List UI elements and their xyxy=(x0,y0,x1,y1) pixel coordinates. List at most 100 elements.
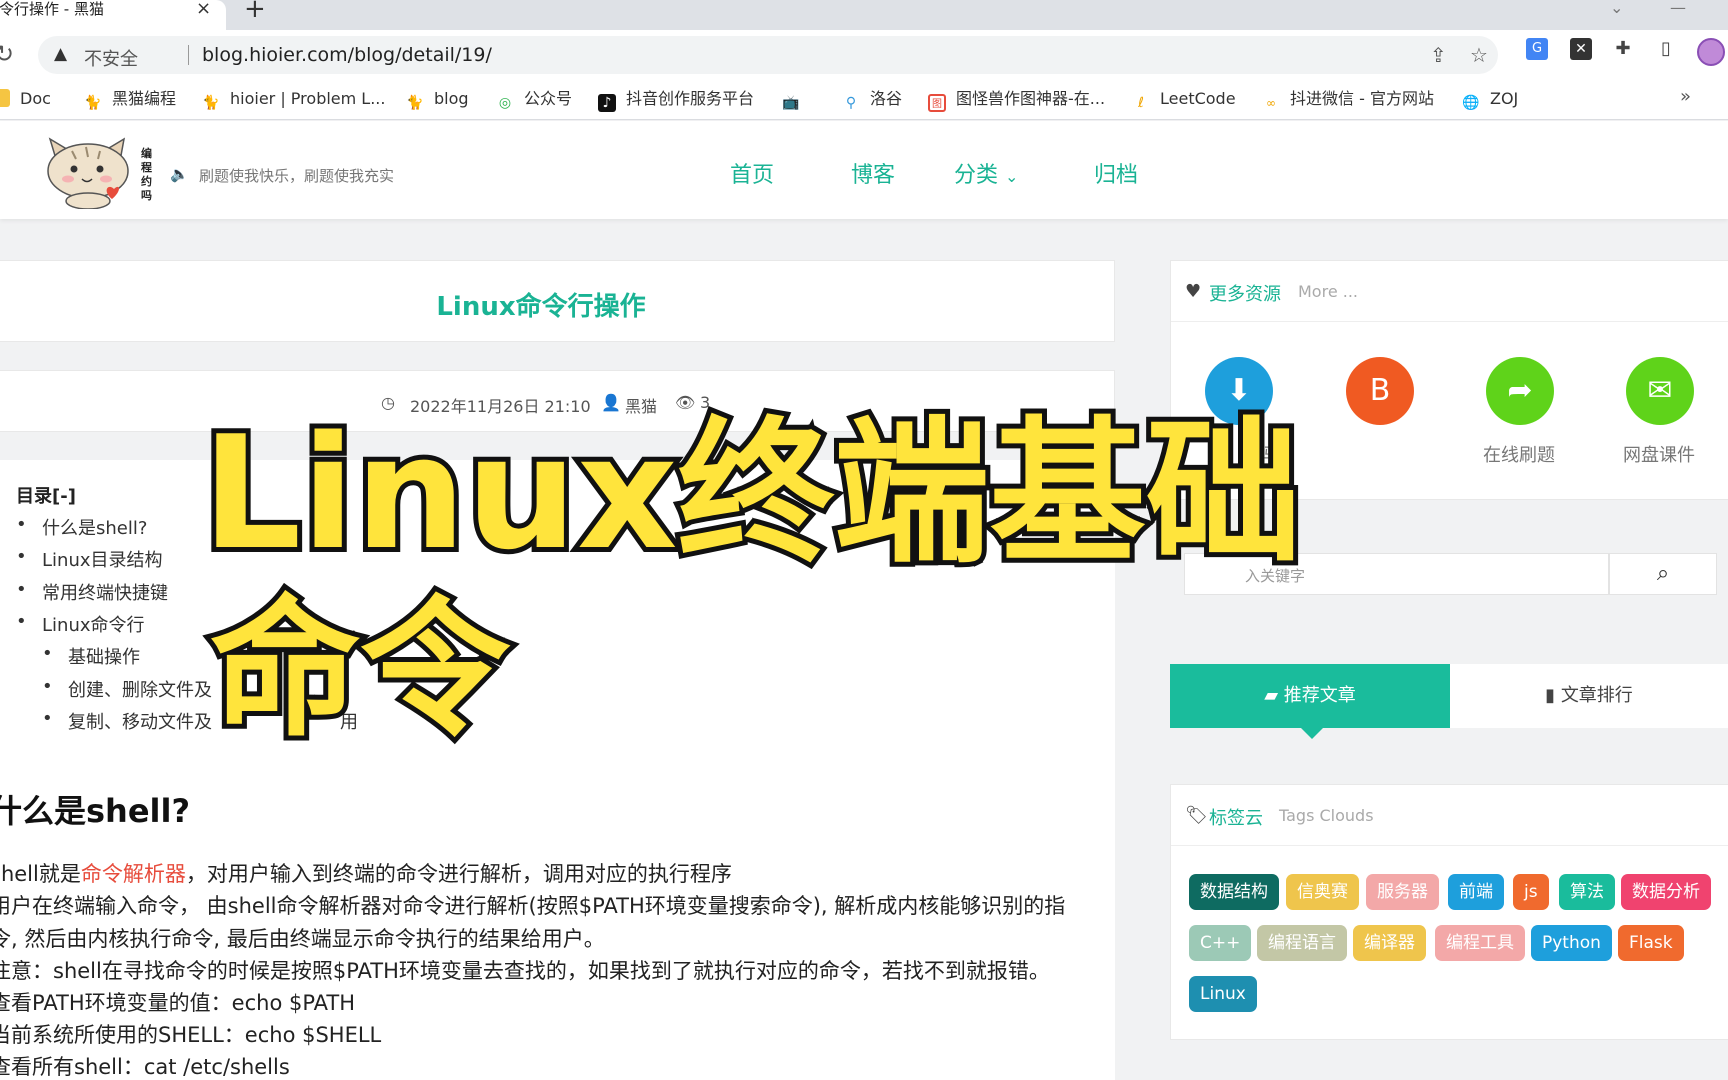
divider xyxy=(1171,845,1728,846)
bookmark-label: LeetCode xyxy=(1160,89,1236,108)
bar-chart-icon: ▮ xyxy=(1545,685,1556,706)
resources-title: 更多资源 xyxy=(1209,284,1281,305)
bookmarks-more-icon[interactable]: » xyxy=(1680,86,1691,107)
side-panel-icon[interactable]: ▯ xyxy=(1655,38,1677,60)
tuguaishou-icon: 图 xyxy=(928,94,946,112)
paragraph-line: 用户在终端输入命令， 由shell命令解析器对命令进行解析(按照$PATH环境变… xyxy=(0,894,1066,918)
bookmark-blog[interactable]: 🐈 blog xyxy=(406,88,469,112)
nav-archive[interactable]: 归档 xyxy=(1094,157,1138,189)
tag-js[interactable]: js xyxy=(1513,874,1549,910)
bookmark-heimao[interactable]: 🐈 黑猫编程 xyxy=(84,88,176,112)
tab-label: 文章排行 xyxy=(1560,685,1633,706)
bookmark-hioier[interactable]: 🐈 hioier | Problem L... xyxy=(202,88,385,112)
mail-icon[interactable]: ✉ xyxy=(1626,357,1694,425)
cat-logo-icon[interactable] xyxy=(42,137,134,209)
browser-tab-strip: 命令行操作 - 黑猫 × + ⌄ — xyxy=(0,0,1728,30)
toc-title[interactable]: 目录[-] xyxy=(16,482,76,508)
heart-icon: ♥ xyxy=(1185,281,1202,302)
toc-item[interactable]: 什么是shell? xyxy=(16,514,148,540)
bookmark-label: Doc xyxy=(20,89,51,108)
warning-icon[interactable]: ▲ xyxy=(54,44,67,64)
divider xyxy=(1171,321,1728,322)
tab-recommended[interactable]: ▰ 推荐文章 xyxy=(1170,664,1450,728)
tag-data-structure[interactable]: 数据结构 xyxy=(1189,874,1279,910)
bookmark-doujin[interactable]: ∞ 抖进微信 - 官方网站 xyxy=(1262,88,1434,112)
tag-programming-tools[interactable]: 编程工具 xyxy=(1435,925,1525,961)
paragraph-line: 令, 然后由内核执行命令, 最后由终端显示命令执行的结果给用户。 xyxy=(0,927,605,951)
tab-ranking[interactable]: ▮ 文章排行 xyxy=(1450,664,1728,728)
section-heading: 什么是shell? xyxy=(0,792,191,830)
toc-subitem[interactable]: 基础操作 xyxy=(42,643,140,669)
tag-algorithm[interactable]: 算法 xyxy=(1559,874,1615,910)
resource-label-courseware[interactable]: 网盘课件 xyxy=(1623,441,1695,467)
comment-icon: ▰ xyxy=(1264,685,1279,706)
resource-label-practice[interactable]: 在线刷题 xyxy=(1483,441,1555,467)
toc-subitem[interactable]: 创建、删除文件及 xyxy=(42,676,212,702)
tag-python[interactable]: Python xyxy=(1531,925,1612,961)
insecure-label[interactable]: 不安全 xyxy=(84,45,138,71)
tag-olympiad[interactable]: 信奥赛 xyxy=(1286,874,1359,910)
tag-frontend[interactable]: 前端 xyxy=(1448,874,1504,910)
toc-item[interactable]: Linux命令行 xyxy=(16,611,144,637)
tab-search-icon[interactable]: ⌄ xyxy=(1610,0,1623,17)
bookmark-zoj[interactable]: 🌐 ZOJ xyxy=(1462,88,1518,112)
bookmark-bilibili[interactable]: 📺 xyxy=(782,88,810,112)
bilibili-icon: 📺 xyxy=(782,95,800,111)
tag-cpp[interactable]: C++ xyxy=(1189,925,1252,961)
paragraph-line: shell就是命令解析器，对用户输入到终端的命令进行解析，调用对应的执行程序 xyxy=(0,858,732,888)
toc-subitem[interactable]: 复制、移动文件及 xyxy=(42,708,212,734)
new-tab-button[interactable]: + xyxy=(244,0,266,22)
extensions-puzzle-icon[interactable]: ✚ xyxy=(1612,38,1634,60)
bookmark-gongzhonghao[interactable]: ◎ 公众号 xyxy=(496,88,572,112)
address-bar[interactable]: ▲ 不安全 blog.hioier.com/blog/detail/19/ ⇪ … xyxy=(38,36,1498,74)
reload-icon[interactable]: ↻ xyxy=(0,40,14,68)
video-caption-line1: Linux终端基础 xyxy=(197,397,1307,589)
toc-item[interactable]: 常用终端快捷键 xyxy=(16,579,168,605)
video-caption-line2: 命令 xyxy=(205,578,515,762)
blog-icon[interactable]: B xyxy=(1346,357,1414,425)
bookmark-label: 抖音创作服务平台 xyxy=(626,89,755,108)
tags-subtitle: Tags Clouds xyxy=(1279,806,1374,825)
leetcode-icon: ℓ xyxy=(1138,95,1144,111)
share-icon[interactable]: ➦ xyxy=(1486,357,1554,425)
url-text[interactable]: blog.hioier.com/blog/detail/19/ xyxy=(202,44,492,66)
profile-avatar[interactable] xyxy=(1697,38,1725,66)
minimize-icon[interactable]: — xyxy=(1670,0,1686,17)
tag-programming-language[interactable]: 编程语言 xyxy=(1257,925,1347,961)
chevron-down-icon: ⌄ xyxy=(1005,167,1019,186)
paragraph-line: 当前系统所使用的SHELL：echo $SHELL xyxy=(0,1023,382,1047)
bookmark-luogu[interactable]: ⚲ 洛谷 xyxy=(842,88,902,112)
browser-tab[interactable]: 命令行操作 - 黑猫 × xyxy=(0,0,226,30)
nav-category[interactable]: 分类 ⌄ xyxy=(954,157,1018,189)
bookmark-leetcode[interactable]: ℓ LeetCode xyxy=(1132,88,1236,112)
x-extension-icon[interactable]: ✕ xyxy=(1570,38,1592,60)
tab-close-icon[interactable]: × xyxy=(196,0,211,18)
active-tab-pointer xyxy=(1300,727,1324,739)
tag-server[interactable]: 服务器 xyxy=(1366,874,1439,910)
tab-title: 命令行操作 - 黑猫 xyxy=(0,0,104,18)
bookmark-douyin[interactable]: ♪ 抖音创作服务平台 xyxy=(598,88,754,112)
tag-flask[interactable]: Flask xyxy=(1618,925,1684,961)
highlight-text[interactable]: 命令解析器 xyxy=(81,862,186,886)
bookmark-star-icon[interactable]: ☆ xyxy=(1470,43,1488,67)
tag-data-analysis[interactable]: 数据分析 xyxy=(1621,874,1711,910)
bookmark-label: blog xyxy=(434,89,469,108)
doujin-icon: ∞ xyxy=(1266,96,1276,110)
tag-icon: 🏷 xyxy=(1185,805,1208,826)
bookmarks-bar: Doc 🐈 黑猫编程 🐈 hioier | Problem L... 🐈 blog ◎… xyxy=(0,80,1728,120)
bookmark-doc[interactable]: Doc xyxy=(0,88,51,110)
toc-item[interactable]: Linux目录结构 xyxy=(16,546,162,572)
nav-home[interactable]: 首页 xyxy=(730,157,774,189)
site-motto: 刷题使我快乐，刷题使我充实 xyxy=(199,167,395,185)
bookmark-tuguaishou[interactable]: 图图怪兽作图神器-在... xyxy=(928,88,1105,112)
tag-linux[interactable]: Linux xyxy=(1189,976,1257,1012)
search-button[interactable]: ⌕ xyxy=(1609,553,1717,595)
bookmark-label: 公众号 xyxy=(524,89,573,108)
tab-label: 推荐文章 xyxy=(1283,685,1356,706)
share-page-icon[interactable]: ⇪ xyxy=(1430,43,1447,67)
tag-compiler[interactable]: 编译器 xyxy=(1353,925,1426,961)
wechat-icon: ◎ xyxy=(498,95,512,111)
paragraph-line: 查看PATH环境变量的值：echo $PATH xyxy=(0,991,356,1015)
nav-blog[interactable]: 博客 xyxy=(851,157,895,189)
translate-extension-icon[interactable]: G xyxy=(1526,38,1548,60)
